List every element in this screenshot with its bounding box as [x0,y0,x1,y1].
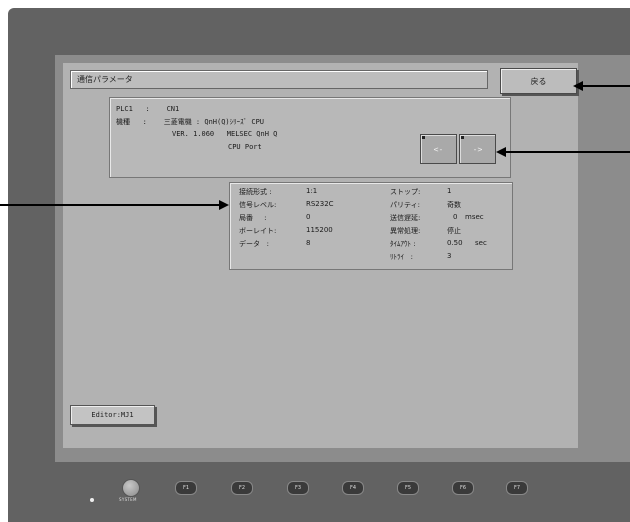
param-label: 局番 : [239,214,267,222]
system-button[interactable] [122,479,140,497]
f6-key[interactable]: F6 [452,481,474,495]
title-bar: 通信パラメータ [70,70,488,89]
annotation-arrow-head [573,81,583,91]
corner-marker [461,136,464,139]
param-label: ﾀｲﾑｱｳﾄ : [390,240,416,248]
param-value: 115200 [306,226,333,234]
corner-marker [422,136,425,139]
plc-row-station: PLC1 : CN1 [116,105,180,113]
back-button[interactable]: 戻る [500,68,577,94]
f4-key[interactable]: F4 [342,481,364,495]
param-value: 停止 [447,227,461,235]
prev-button-label: <- [433,144,444,154]
power-led [90,498,94,502]
annotation-arrow-line [583,85,630,87]
param-value: 奇数 [447,201,461,209]
system-label: SYSTEM [119,497,137,502]
param-label: 信号レベル: [239,201,277,209]
annotation-arrow-head [219,200,229,210]
f7-key[interactable]: F7 [506,481,528,495]
param-value: 0 [453,213,458,221]
f5-key[interactable]: F5 [397,481,419,495]
prev-button[interactable]: <- [420,134,457,164]
param-value: 1 [447,187,452,195]
param-unit: sec [475,239,487,247]
annotation-arrow-head [496,147,506,157]
plc-row-model: 機種 : 三菱電機 : QnH(Q)ｼﾘｰｽﾞ CPU [116,118,265,126]
plc-row-port: CPU Port [228,143,262,151]
param-value: 0 [306,213,311,221]
param-label: 送信遅延: [390,214,421,222]
param-unit: msec [465,213,484,221]
param-value: 0.50 [447,239,463,247]
param-label: データ : [239,240,270,248]
param-label: 異常処理: [390,227,421,235]
plc-row-version: VER. 1.060 MELSEC QnH Q [172,130,278,138]
param-label: 接続形式 : [239,188,272,196]
next-button[interactable]: -> [459,134,496,164]
editor-button[interactable]: Editor:MJ1 [70,405,155,425]
param-label: ボーレイト: [239,227,277,235]
param-value: 8 [306,239,311,247]
param-label: パリティ: [390,201,420,209]
param-label: ﾘﾄﾗｲ : [390,253,414,261]
f3-key[interactable]: F3 [287,481,309,495]
f2-key[interactable]: F2 [231,481,253,495]
param-panel: 接続形式 : 1:1 信号レベル: RS232C 局番 : 0 ボーレイト: 1… [229,182,513,270]
f1-key[interactable]: F1 [175,481,197,495]
param-label: ストップ: [390,188,421,196]
param-value: 3 [447,252,452,260]
next-button-label: -> [472,144,483,154]
page-title: 通信パラメータ [77,75,133,84]
annotation-arrow-line [0,204,220,206]
annotation-arrow-line [505,151,630,153]
param-value: RS232C [306,200,334,208]
param-value: 1:1 [306,187,318,195]
